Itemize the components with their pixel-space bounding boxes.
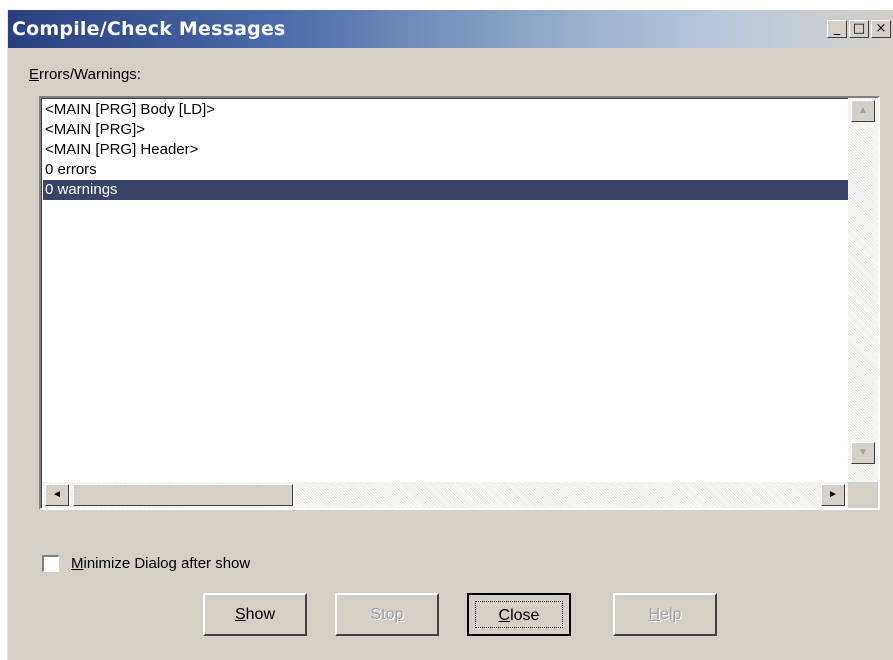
message-item[interactable]: <MAIN [PRG] Body [LD]>	[43, 100, 848, 120]
scroll-right-arrow-icon[interactable]: ►	[821, 484, 845, 506]
messages-list: <MAIN [PRG] Body [LD]> <MAIN [PRG]> <MAI…	[43, 100, 848, 484]
vertical-scrollbar[interactable]: ▲ ▼	[848, 98, 878, 482]
message-item[interactable]: <MAIN [PRG] Header>	[43, 140, 848, 160]
minimize-button[interactable]: _	[827, 20, 847, 38]
stop-button[interactable]: Stop	[335, 593, 439, 636]
scrollbar-corner	[848, 482, 878, 508]
close-button[interactable]: Close	[467, 593, 571, 636]
message-item-selected[interactable]: 0 warnings	[43, 180, 848, 200]
horizontal-scrollbar[interactable]: ◄ ►	[43, 482, 848, 508]
minimize-dialog-checkbox[interactable]	[42, 555, 59, 572]
show-button[interactable]: Show	[203, 593, 307, 636]
window-title: Compile/Check Messages	[12, 18, 286, 40]
scroll-up-arrow-icon[interactable]: ▲	[851, 100, 875, 122]
close-button-focus: Close	[475, 601, 563, 628]
compile-check-dialog: Compile/Check Messages _ □ × Errors/Warn…	[7, 10, 893, 660]
horizontal-scroll-thumb[interactable]	[73, 484, 293, 506]
minimize-dialog-label[interactable]: Minimize Dialog after show	[71, 555, 250, 572]
message-item[interactable]: <MAIN [PRG]>	[43, 120, 848, 140]
maximize-button[interactable]: □	[849, 20, 869, 38]
close-window-button[interactable]: ×	[871, 20, 891, 38]
scroll-left-arrow-icon[interactable]: ◄	[45, 484, 69, 506]
errors-warnings-label: Errors/Warnings:	[29, 66, 141, 83]
help-button[interactable]: Help	[613, 593, 717, 636]
title-bar[interactable]: Compile/Check Messages _ □ ×	[8, 10, 893, 48]
scroll-down-arrow-icon[interactable]: ▼	[851, 442, 875, 464]
message-item[interactable]: 0 errors	[43, 160, 848, 180]
messages-listbox[interactable]: <MAIN [PRG] Body [LD]> <MAIN [PRG]> <MAI…	[39, 96, 880, 510]
